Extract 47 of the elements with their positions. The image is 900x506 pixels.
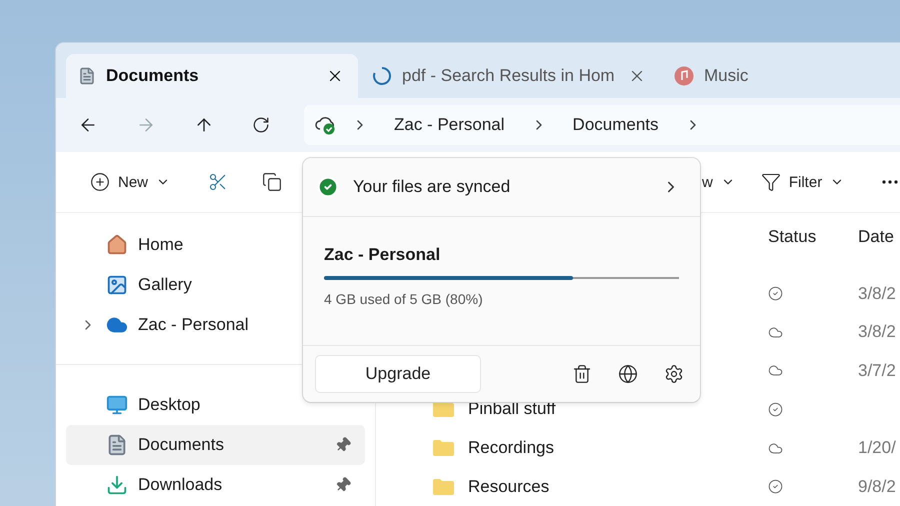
date-cell-text: 3/7/2 xyxy=(858,360,897,381)
tab-label: Documents xyxy=(106,66,200,86)
document-icon xyxy=(106,434,128,456)
column-header[interactable]: Date xyxy=(858,227,900,248)
sidebar-item[interactable]: Zac - Personal xyxy=(66,305,365,345)
tab-label: pdf - Search Results in Hom xyxy=(402,66,616,86)
gallery-icon xyxy=(106,274,128,296)
sidebar-item[interactable]: Downloads xyxy=(66,465,365,505)
folder-icon xyxy=(433,440,454,456)
date-cell-text: 3/8/2 xyxy=(858,322,897,342)
breadcrumb-item[interactable]: Documents xyxy=(560,115,671,135)
music-note-icon xyxy=(674,66,694,86)
filter-button[interactable]: Filter xyxy=(754,168,850,196)
sidebar-item[interactable]: Documents xyxy=(66,425,365,465)
check-icon xyxy=(317,176,339,198)
spinner-icon xyxy=(372,66,392,86)
storage-text: 4 GB used of 5 GB (80%) xyxy=(324,291,484,307)
date-cell-text: 1/20/ xyxy=(858,438,897,458)
copy-icon xyxy=(262,172,282,192)
tab[interactable]: Documents xyxy=(66,54,358,98)
globe-icon xyxy=(618,364,638,384)
file-name[interactable]: Resources xyxy=(468,476,550,497)
upgrade-button[interactable]: Upgrade xyxy=(315,355,481,393)
filter-icon xyxy=(760,172,781,192)
column-header[interactable]: Status xyxy=(768,227,858,248)
address-bar[interactable]: Zac - Personal Documents xyxy=(304,105,900,145)
desktop-icon xyxy=(106,394,128,416)
settings-icon xyxy=(664,364,684,384)
date-cell-text: 9/8/2 xyxy=(858,476,897,497)
tab[interactable]: Music xyxy=(662,54,782,98)
trash-icon xyxy=(572,364,592,384)
home-icon xyxy=(106,234,128,256)
date-cell-text: 3/8/2 xyxy=(858,284,897,304)
tab[interactable]: pdf - Search Results in Hom xyxy=(360,54,660,98)
account-name: Zac - Personal xyxy=(324,245,442,265)
sync-status-text[interactable]: Your files are synced xyxy=(353,177,648,197)
download-icon xyxy=(106,474,128,496)
breadcrumb-item[interactable]: Zac - Personal xyxy=(382,115,517,135)
plus-icon xyxy=(90,172,110,192)
folder-icon xyxy=(433,478,454,495)
document-icon xyxy=(78,67,96,85)
file-name[interactable]: Recordings xyxy=(468,438,554,458)
new-button[interactable]: New xyxy=(84,168,176,196)
view-button[interactable]: w xyxy=(696,170,741,194)
tab-label: Music xyxy=(704,66,750,86)
more-icon xyxy=(882,180,898,184)
refresh-icon xyxy=(252,116,270,134)
